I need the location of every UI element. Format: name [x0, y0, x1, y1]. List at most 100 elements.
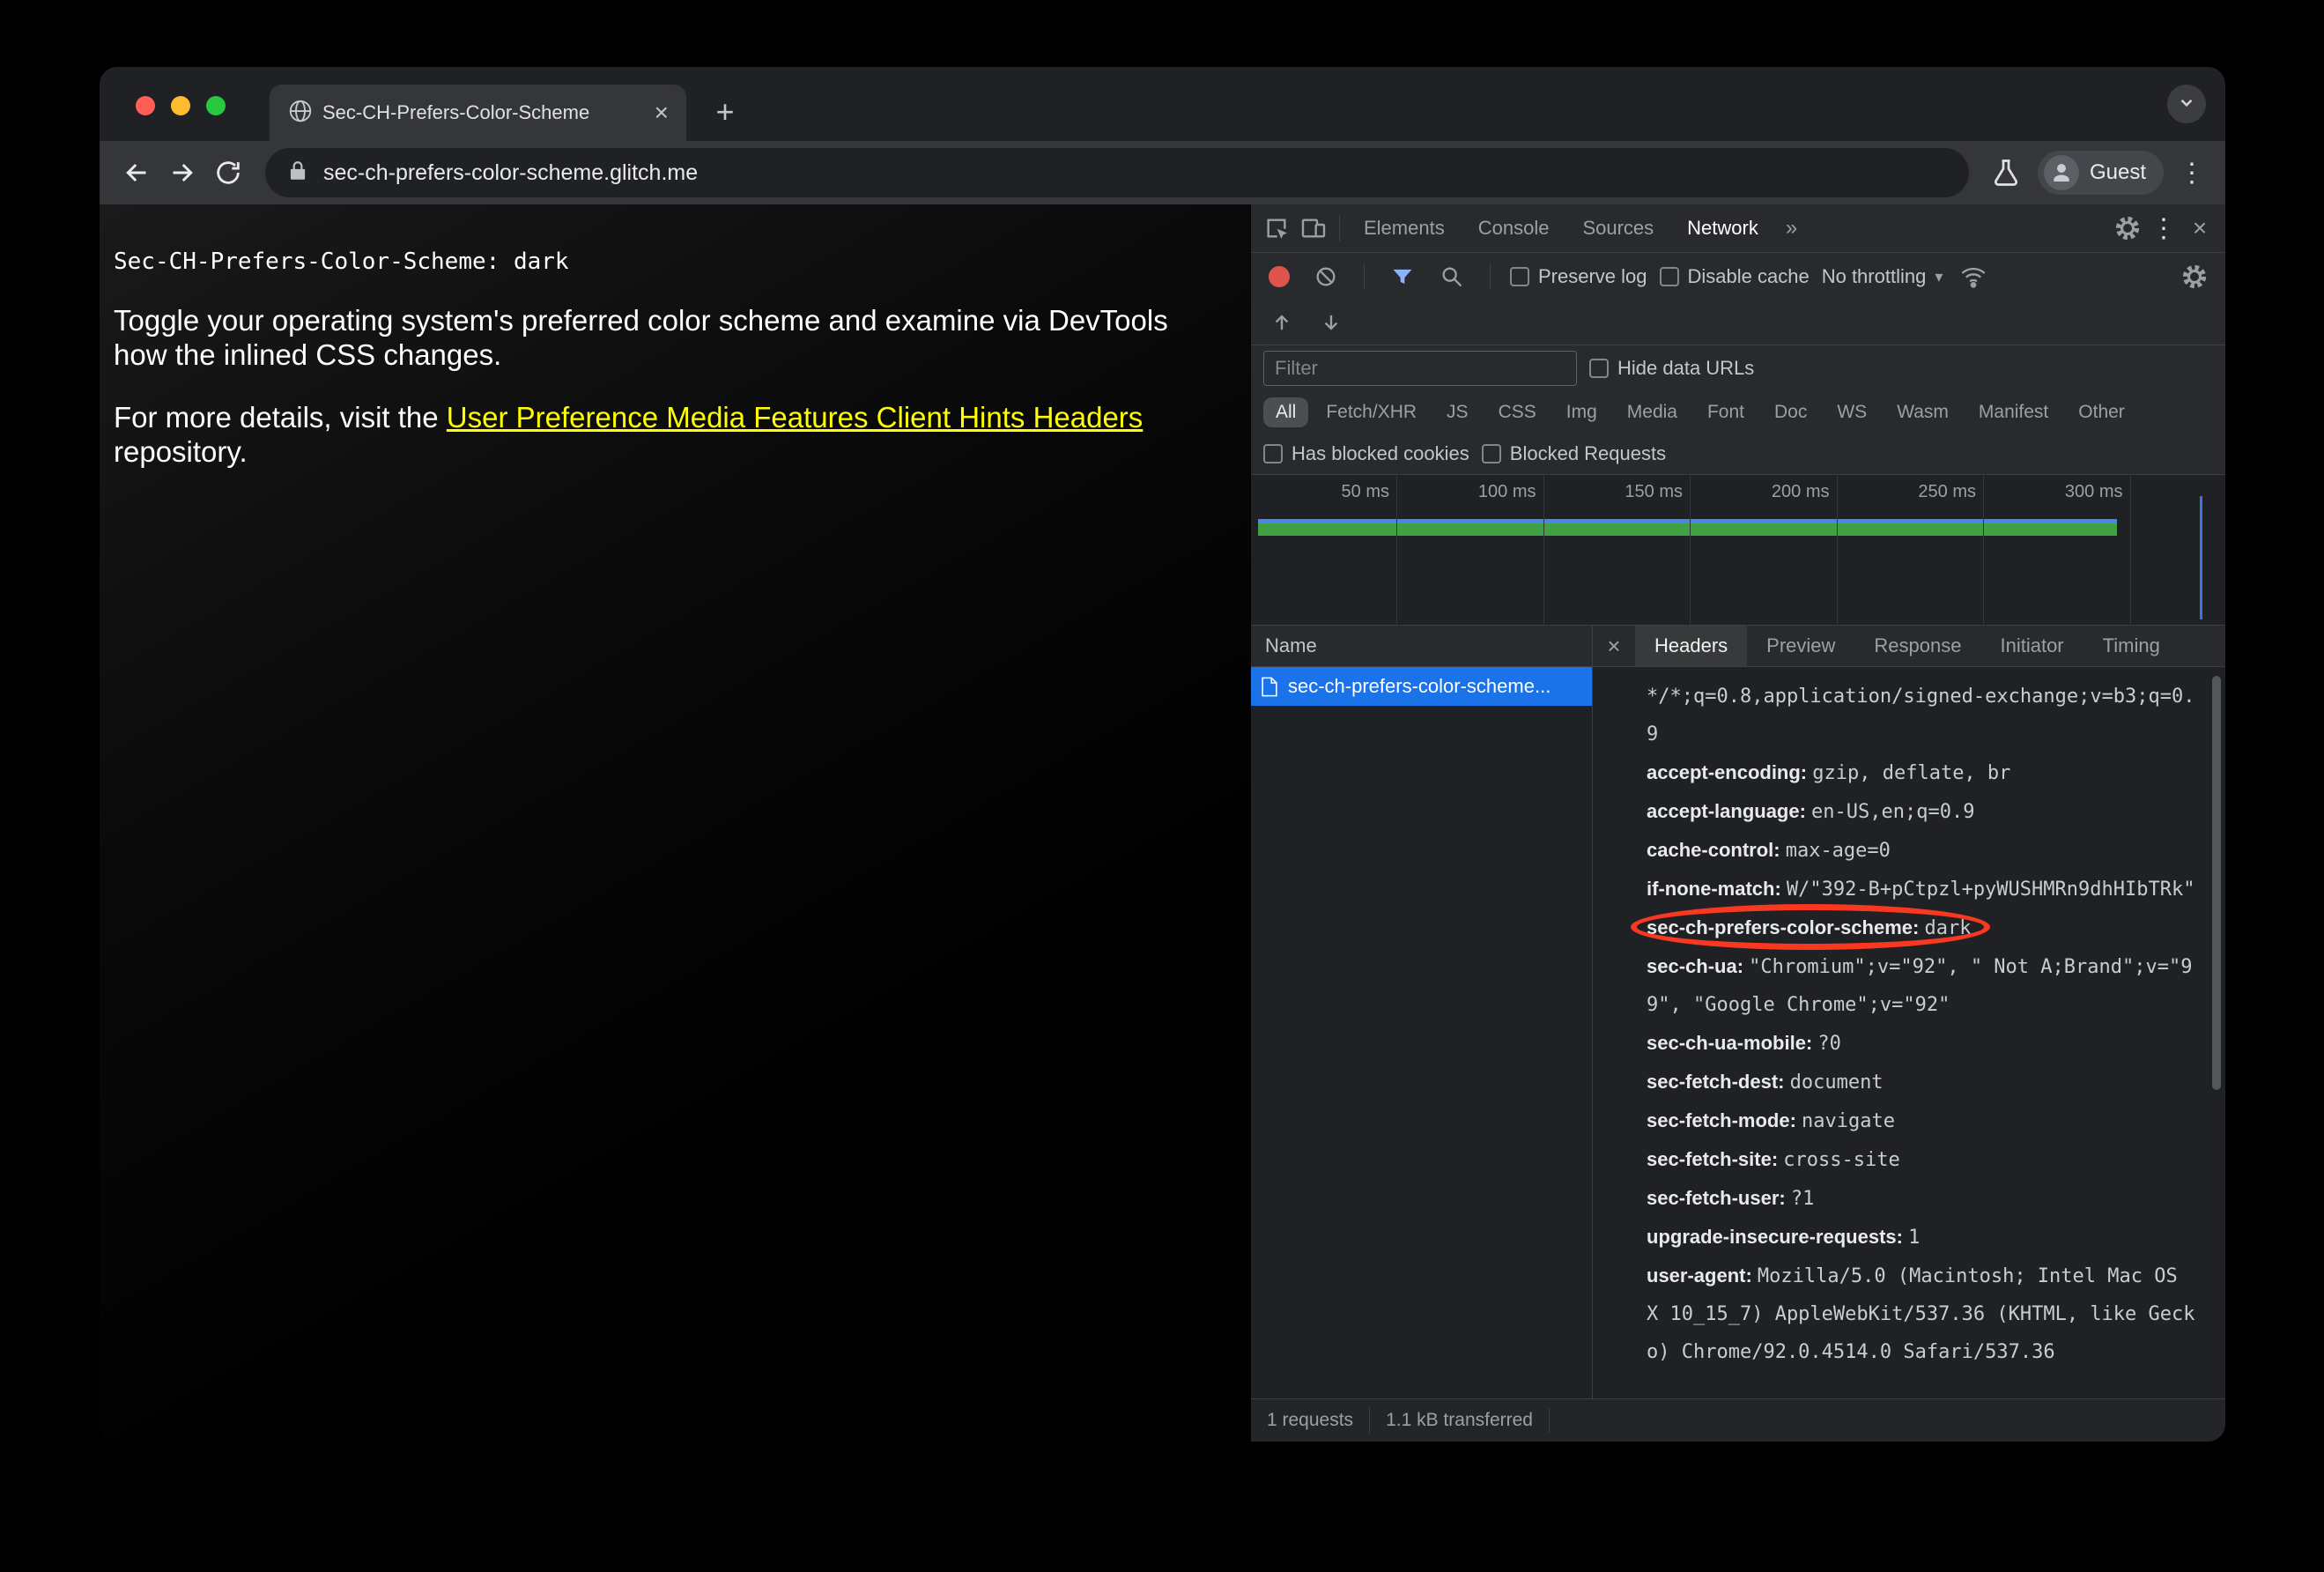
minimize-window-button[interactable] [171, 96, 190, 115]
devtools-menu-kebab-icon[interactable]: ⋮ [2146, 213, 2181, 244]
filter-chip-js[interactable]: JS [1434, 397, 1481, 427]
filter-chip-media[interactable]: Media [1615, 397, 1690, 427]
tab-favicon-globe-icon [287, 98, 314, 129]
har-toolbar-row [1251, 300, 2225, 345]
devtools-tab-elements[interactable]: Elements [1347, 204, 1462, 252]
labs-beaker-button[interactable] [1985, 152, 2027, 194]
network-filter-input[interactable] [1263, 351, 1577, 386]
more-panels-chevron-icon[interactable]: » [1775, 216, 1808, 241]
zoom-window-button[interactable] [206, 96, 226, 115]
request-header-line: user-agent: Mozilla/5.0 (Macintosh; Inte… [1647, 1257, 2195, 1371]
request-header-line: cache-control: max-age=0 [1647, 831, 2195, 870]
filter-chip-all[interactable]: All [1263, 397, 1309, 427]
checkbox-box[interactable] [1589, 359, 1609, 378]
device-toolbar-icon [1301, 219, 1326, 238]
header-name: cache-control: [1647, 839, 1786, 861]
header-value: ?0 [1817, 1033, 1841, 1055]
disable-cache-checkbox[interactable]: Disable cache [1659, 265, 1810, 288]
checkbox-box[interactable] [1659, 267, 1679, 286]
filter-chip-css[interactable]: CSS [1486, 397, 1549, 427]
reload-icon [217, 161, 240, 184]
details-tab-initiator[interactable]: Initiator [1980, 626, 2083, 666]
filter-chip-font[interactable]: Font [1695, 397, 1757, 427]
filter-chip-fetch-xhr[interactable]: Fetch/XHR [1314, 397, 1429, 427]
devtools-close-icon[interactable]: × [2181, 214, 2218, 242]
details-close-icon[interactable]: × [1593, 633, 1635, 660]
devtools-tab-sources[interactable]: Sources [1565, 204, 1670, 252]
header-value: dark [1924, 917, 1972, 939]
profile-chip[interactable]: Guest [2037, 151, 2164, 195]
has-blocked-cookies-checkbox[interactable]: Has blocked cookies [1263, 442, 1469, 465]
header-name: user-agent: [1647, 1264, 1758, 1287]
request-header-line: sec-fetch-dest: document [1647, 1063, 2195, 1101]
details-tab-response[interactable]: Response [1854, 626, 1980, 666]
request-details-panel: × Headers Preview Response Initiator Timing … [1593, 626, 2225, 1398]
network-toolbar: Preserve log Disable cache No throttling… [1251, 253, 2225, 300]
devtools-tab-network[interactable]: Network [1670, 204, 1775, 252]
export-har-button[interactable] [1313, 304, 1350, 341]
tab-search-button[interactable] [2167, 85, 2206, 123]
network-conditions-icon [1961, 267, 1986, 288]
header-name: sec-fetch-site: [1647, 1148, 1784, 1170]
request-headers-list: */*;q=0.8,application/signed-exchange;v=… [1631, 678, 2195, 1371]
checkbox-box[interactable] [1263, 444, 1283, 463]
disable-cache-label: Disable cache [1687, 265, 1810, 287]
filter-chip-img[interactable]: Img [1554, 397, 1610, 427]
browser-tab[interactable]: Sec-CH-Prefers-Color-Scheme × [270, 85, 686, 141]
blocked-requests-checkbox[interactable]: Blocked Requests [1481, 442, 1666, 465]
gear-icon [2182, 264, 2207, 289]
forward-button[interactable] [161, 152, 204, 194]
back-button[interactable] [115, 152, 158, 194]
filter-toggle-button[interactable] [1384, 258, 1421, 295]
throttling-dropdown[interactable]: No throttling ▾ [1822, 265, 1943, 288]
close-window-button[interactable] [136, 96, 155, 115]
new-tab-button[interactable]: + [706, 93, 744, 132]
reload-button[interactable] [207, 152, 249, 194]
lock-icon [286, 159, 309, 187]
devtools-tab-console[interactable]: Console [1462, 204, 1566, 252]
funnel-icon [1393, 269, 1412, 285]
filter-chip-doc[interactable]: Doc [1762, 397, 1819, 427]
checkbox-box[interactable] [1510, 267, 1529, 286]
filter-chip-manifest[interactable]: Manifest [1966, 397, 2061, 427]
preserve-log-checkbox[interactable]: Preserve log [1510, 265, 1647, 288]
page-link[interactable]: User Preference Media Features Client Hi… [447, 401, 1143, 434]
device-toolbar-button[interactable] [1295, 210, 1332, 247]
tab-close-icon[interactable]: × [651, 100, 672, 125]
timeline-tick-label: 50 ms [1341, 482, 1389, 501]
browser-menu-kebab-icon[interactable]: ⋮ [2174, 158, 2209, 189]
details-tab-headers[interactable]: Headers [1635, 626, 1748, 666]
requests-name-column-header[interactable]: Name [1251, 626, 1592, 667]
request-row[interactable]: sec-ch-prefers-color-scheme... [1251, 667, 1592, 706]
request-header-line: sec-ch-ua: "Chromium";v="92", " Not A;Br… [1647, 947, 2195, 1024]
requests-count: 1 requests [1251, 1408, 1371, 1433]
timeline-gridline [2129, 475, 2131, 625]
filter-chip-wasm[interactable]: Wasm [1884, 397, 1961, 427]
devtools-panel-tabs: Elements Console Sources Network [1347, 204, 1775, 252]
network-settings-button[interactable] [2176, 258, 2213, 295]
filter-chip-ws[interactable]: WS [1824, 397, 1879, 427]
timeline-gridline [1690, 475, 1691, 625]
details-tab-preview[interactable]: Preview [1747, 626, 1854, 666]
scrollbar-thumb[interactable] [2212, 676, 2221, 1090]
hide-data-urls-checkbox[interactable]: Hide data URLs [1589, 357, 1754, 380]
record-network-log-button[interactable] [1269, 266, 1290, 287]
labs-beaker-icon [1994, 159, 2017, 186]
filter-chip-other[interactable]: Other [2066, 397, 2137, 427]
network-conditions-button[interactable] [1955, 258, 1992, 295]
back-icon [126, 163, 146, 182]
transferred-size: 1.1 kB transferred [1370, 1408, 1550, 1433]
devtools-settings-button[interactable] [2109, 210, 2146, 247]
clear-icon [1316, 267, 1336, 286]
checkbox-box[interactable] [1481, 444, 1501, 463]
details-tab-timing[interactable]: Timing [2083, 626, 2180, 666]
clear-network-log-button[interactable] [1307, 258, 1344, 295]
address-bar[interactable]: sec-ch-prefers-color-scheme.glitch.me [265, 148, 1969, 197]
network-overview-timeline[interactable]: 50 ms 100 ms 150 ms 200 ms 250 ms 300 ms [1251, 475, 2225, 626]
tab-strip: Sec-CH-Prefers-Color-Scheme × + [100, 67, 2225, 141]
import-har-button[interactable] [1263, 304, 1300, 341]
network-search-button[interactable] [1433, 258, 1470, 295]
inspect-element-button[interactable] [1258, 210, 1295, 247]
hide-data-urls-label: Hide data URLs [1617, 357, 1755, 379]
timeline-tick-label: 250 ms [1918, 482, 1976, 501]
